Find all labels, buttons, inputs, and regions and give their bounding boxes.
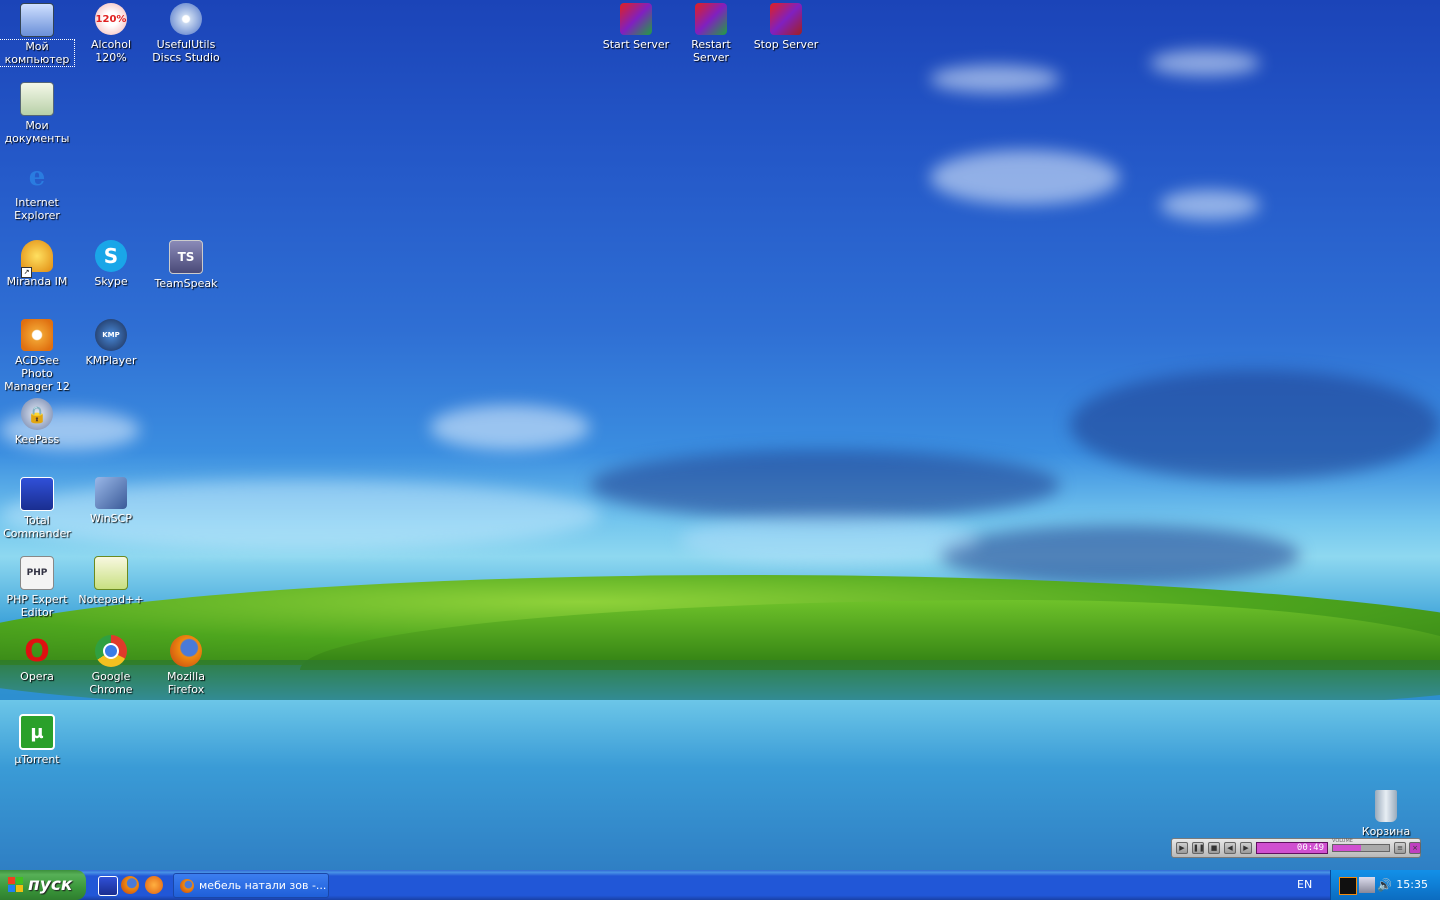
windows-logo-icon bbox=[8, 877, 24, 893]
desktop-icon-label: Alcohol 120% bbox=[90, 38, 132, 64]
desktop-icon-label: µTorrent bbox=[14, 753, 60, 766]
desktop-icon-label: TeamSpeak bbox=[154, 277, 218, 290]
network-icon[interactable] bbox=[1359, 877, 1375, 893]
firefox-icon bbox=[170, 635, 202, 667]
kmplayer-icon: KMP bbox=[95, 319, 127, 351]
desktop-icon-recycle-bin[interactable]: Корзина bbox=[1349, 790, 1423, 838]
desktop-icon-my-documents[interactable]: Мои документы bbox=[0, 82, 74, 145]
taskbar: пуск мебель натали зов -... EN 🔊 15:35 bbox=[0, 870, 1440, 900]
desktop-icon-alcohol[interactable]: 120% Alcohol 120% bbox=[74, 3, 148, 64]
php-editor-icon: PHP bbox=[20, 556, 54, 590]
media-player-tray-icon[interactable] bbox=[1339, 877, 1357, 895]
pause-icon[interactable]: ❚❚ bbox=[1192, 842, 1205, 854]
desktop-icon-miranda[interactable]: ↗ Miranda IM bbox=[0, 240, 74, 288]
desktop-icon-opera[interactable]: O Opera bbox=[0, 633, 74, 684]
desktop-icon-label: KeePass bbox=[14, 433, 60, 446]
start-server-icon bbox=[620, 3, 652, 35]
desktop-icon-firefox[interactable]: Mozilla Firefox bbox=[149, 635, 223, 696]
desktop-icon-total-commander[interactable]: Total Commander bbox=[0, 477, 74, 540]
language-indicator[interactable]: EN bbox=[1297, 878, 1312, 891]
desktop-icon-notepadpp[interactable]: Notepad++ bbox=[74, 556, 148, 606]
desktop-icon-start-server[interactable]: Start Server bbox=[599, 3, 673, 51]
mini-media-player[interactable]: ▶ ❚❚ ■ ◀ ▶ 00:49 VOLUME ≡ × bbox=[1171, 838, 1421, 858]
desktop-icon-label: Opera bbox=[20, 670, 54, 683]
taskbar-window-button[interactable]: мебель натали зов -... bbox=[173, 873, 329, 898]
desktop-icon-label: Total Commander bbox=[3, 514, 71, 540]
close-icon[interactable]: × bbox=[1409, 842, 1421, 854]
desktop-icon-my-computer[interactable]: Мой компьютер bbox=[0, 3, 75, 67]
volume-icon[interactable]: 🔊 bbox=[1377, 877, 1393, 893]
desktop-icon-label: PHP Expert Editor bbox=[6, 593, 68, 619]
teamspeak-icon: TS bbox=[169, 240, 203, 274]
discs-studio-icon bbox=[170, 3, 202, 35]
desktop-icon-label: UsefulUtils Discs Studio bbox=[152, 38, 220, 64]
utorrent-icon: µ bbox=[19, 714, 55, 750]
desktop-icon-label: Stop Server bbox=[753, 38, 819, 51]
desktop-icon-label: Notepad++ bbox=[78, 593, 144, 606]
play-icon[interactable]: ▶ bbox=[1176, 842, 1188, 854]
desktop-icon-internet-explorer[interactable]: e Internet Explorer bbox=[0, 161, 74, 222]
firefox-icon bbox=[180, 878, 194, 893]
taskbar-window-title: мебель натали зов -... bbox=[199, 879, 327, 892]
recycle-bin-icon bbox=[1375, 790, 1397, 822]
quick-launch-avast-icon[interactable] bbox=[145, 876, 163, 894]
my-documents-icon bbox=[20, 82, 54, 116]
quick-launch-firefox-icon[interactable] bbox=[121, 876, 139, 894]
desktop-icon-restart-server[interactable]: Restart Server bbox=[674, 3, 748, 64]
opera-icon: O bbox=[24, 633, 50, 669]
desktop-icon-stop-server[interactable]: Stop Server bbox=[749, 3, 823, 51]
desktop-wallpaper bbox=[0, 0, 1440, 870]
desktop-icon-label: Miranda IM bbox=[6, 275, 68, 288]
stop-server-icon bbox=[770, 3, 802, 35]
desktop-icon-label: ACDSee Photo Manager 12 bbox=[4, 354, 70, 393]
restart-server-icon bbox=[695, 3, 727, 35]
menu-icon[interactable]: ≡ bbox=[1394, 842, 1406, 854]
desktop-icon-chrome[interactable]: Google Chrome bbox=[74, 635, 148, 696]
desktop-icon-teamspeak[interactable]: TS TeamSpeak bbox=[149, 240, 223, 290]
desktop-icon-winscp[interactable]: WinSCP bbox=[74, 477, 148, 525]
desktop-icon-php-editor[interactable]: PHP PHP Expert Editor bbox=[0, 556, 74, 619]
desktop-icon-label: KMPlayer bbox=[85, 354, 137, 367]
desktop-icon-label: Internet Explorer bbox=[14, 196, 60, 222]
desktop-icon-label: Google Chrome bbox=[89, 670, 133, 696]
internet-explorer-icon: e bbox=[28, 162, 46, 192]
desktop-icon-label: Start Server bbox=[602, 38, 670, 51]
quick-launch-total-commander-icon[interactable] bbox=[98, 876, 118, 896]
desktop-icon-keepass[interactable]: 🔒 KeePass bbox=[0, 398, 74, 446]
acdsee-icon bbox=[21, 319, 53, 351]
desktop-icon-label: Мои документы bbox=[4, 119, 70, 145]
desktop-icon-label: Mozilla Firefox bbox=[167, 670, 205, 696]
desktop-icon-acdsee[interactable]: ACDSee Photo Manager 12 bbox=[0, 319, 74, 393]
desktop-icon-label: WinSCP bbox=[90, 512, 132, 525]
clock: 15:35 bbox=[1396, 878, 1428, 891]
desktop-icon-label: Restart Server bbox=[691, 38, 731, 64]
notepadpp-icon bbox=[94, 556, 128, 590]
total-commander-icon bbox=[20, 477, 54, 511]
winscp-icon bbox=[95, 477, 127, 509]
desktop-icon-utorrent[interactable]: µ µTorrent bbox=[0, 714, 74, 766]
skype-icon: S bbox=[95, 240, 127, 272]
system-tray: 🔊 15:35 bbox=[1330, 870, 1440, 900]
previous-icon[interactable]: ◀ bbox=[1224, 842, 1236, 854]
chrome-icon bbox=[95, 635, 127, 667]
desktop-icon-skype[interactable]: S Skype bbox=[74, 240, 148, 288]
next-icon[interactable]: ▶ bbox=[1240, 842, 1252, 854]
my-computer-icon bbox=[20, 3, 54, 37]
volume-slider[interactable] bbox=[1332, 844, 1390, 852]
desktop-icon-label: Skype bbox=[94, 275, 128, 288]
keepass-icon: 🔒 bbox=[21, 398, 53, 430]
desktop-icon-label: Мой компьютер bbox=[0, 39, 75, 67]
alcohol-icon: 120% bbox=[95, 3, 127, 35]
start-label: пуск bbox=[28, 875, 73, 895]
desktop-icon-label: Корзина bbox=[1361, 825, 1411, 838]
start-button[interactable]: пуск bbox=[0, 870, 86, 900]
stop-icon[interactable]: ■ bbox=[1208, 842, 1220, 854]
desktop-icon-kmplayer[interactable]: KMP KMPlayer bbox=[74, 319, 148, 367]
desktop-icon-discs-studio[interactable]: UsefulUtils Discs Studio bbox=[149, 3, 223, 64]
player-time-display: 00:49 bbox=[1256, 842, 1328, 854]
